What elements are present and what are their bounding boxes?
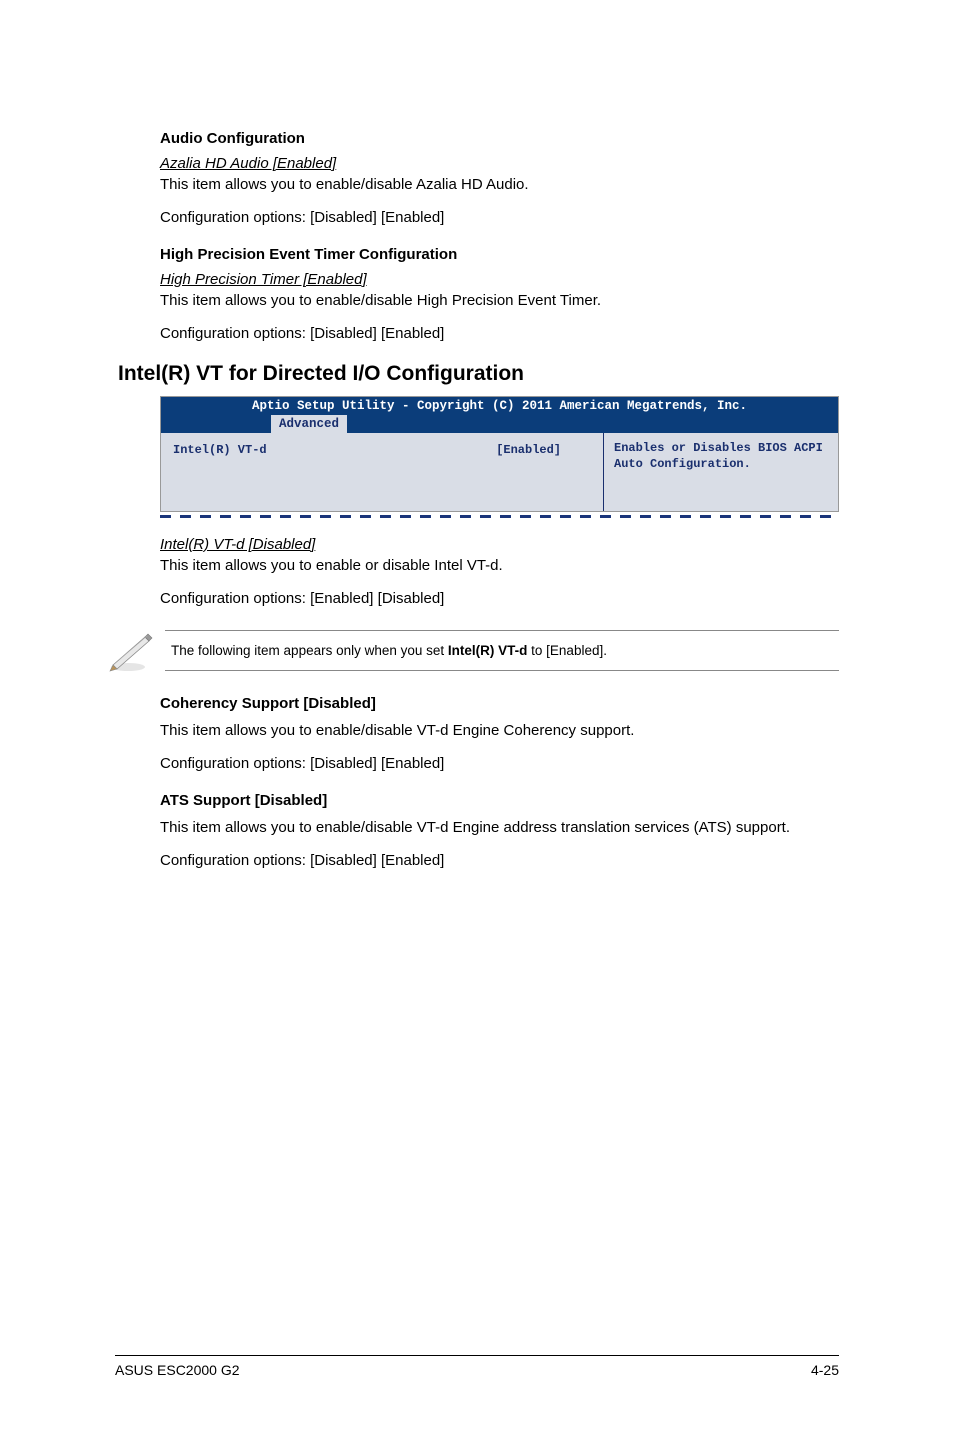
- bios-screenshot: Aptio Setup Utility - Copyright (C) 2011…: [160, 396, 839, 512]
- coherency-options: Configuration options: [Disabled] [Enabl…: [160, 753, 839, 774]
- hp-timer-options: Configuration options: [Disabled] [Enabl…: [160, 323, 839, 344]
- note-box: The following item appears only when you…: [165, 630, 839, 671]
- note-bold: Intel(R) VT-d: [448, 643, 528, 658]
- azalia-desc: This item allows you to enable/disable A…: [160, 174, 839, 195]
- note-suffix: to [Enabled].: [527, 643, 607, 658]
- main-heading: Intel(R) VT for Directed I/O Configurati…: [118, 362, 839, 386]
- footer-left: ASUS ESC2000 G2: [115, 1362, 240, 1378]
- ats-desc: This item allows you to enable/disable V…: [160, 817, 839, 838]
- azalia-options: Configuration options: [Disabled] [Enabl…: [160, 207, 839, 228]
- bios-tabs: Advanced: [161, 415, 838, 433]
- vtd-subheading: Intel(R) VT-d [Disabled]: [160, 536, 839, 553]
- coherency-heading: Coherency Support [Disabled]: [160, 695, 839, 712]
- bios-help-pane: Enables or Disables BIOS ACPI Auto Confi…: [603, 433, 838, 511]
- bios-tab-advanced: Advanced: [271, 415, 347, 433]
- hp-timer-desc: This item allows you to enable/disable H…: [160, 290, 839, 311]
- ats-options: Configuration options: [Disabled] [Enabl…: [160, 850, 839, 871]
- bios-body: Intel(R) VT-d [Enabled] Enables or Disab…: [161, 433, 838, 511]
- vtd-options: Configuration options: [Enabled] [Disabl…: [160, 588, 839, 609]
- bios-left-pane: Intel(R) VT-d [Enabled]: [161, 433, 603, 511]
- note-row: The following item appears only when you…: [105, 627, 839, 673]
- bios-item-value: [Enabled]: [496, 443, 591, 501]
- page-footer: ASUS ESC2000 G2 4-25: [115, 1355, 839, 1378]
- azalia-subheading: Azalia HD Audio [Enabled]: [160, 155, 839, 172]
- dashed-separator: [160, 515, 839, 518]
- ats-heading: ATS Support [Disabled]: [160, 792, 839, 809]
- vtd-desc: This item allows you to enable or disabl…: [160, 555, 839, 576]
- footer-right: 4-25: [811, 1362, 839, 1378]
- hp-timer-subheading: High Precision Timer [Enabled]: [160, 271, 839, 288]
- coherency-desc: This item allows you to enable/disable V…: [160, 720, 839, 741]
- bios-header: Aptio Setup Utility - Copyright (C) 2011…: [161, 397, 838, 415]
- bios-item-label: Intel(R) VT-d: [173, 443, 496, 501]
- hp-timer-heading: High Precision Event Timer Configuration: [160, 246, 839, 263]
- note-prefix: The following item appears only when you…: [171, 643, 448, 658]
- audio-config-heading: Audio Configuration: [160, 130, 839, 147]
- pencil-note-icon: [105, 627, 157, 673]
